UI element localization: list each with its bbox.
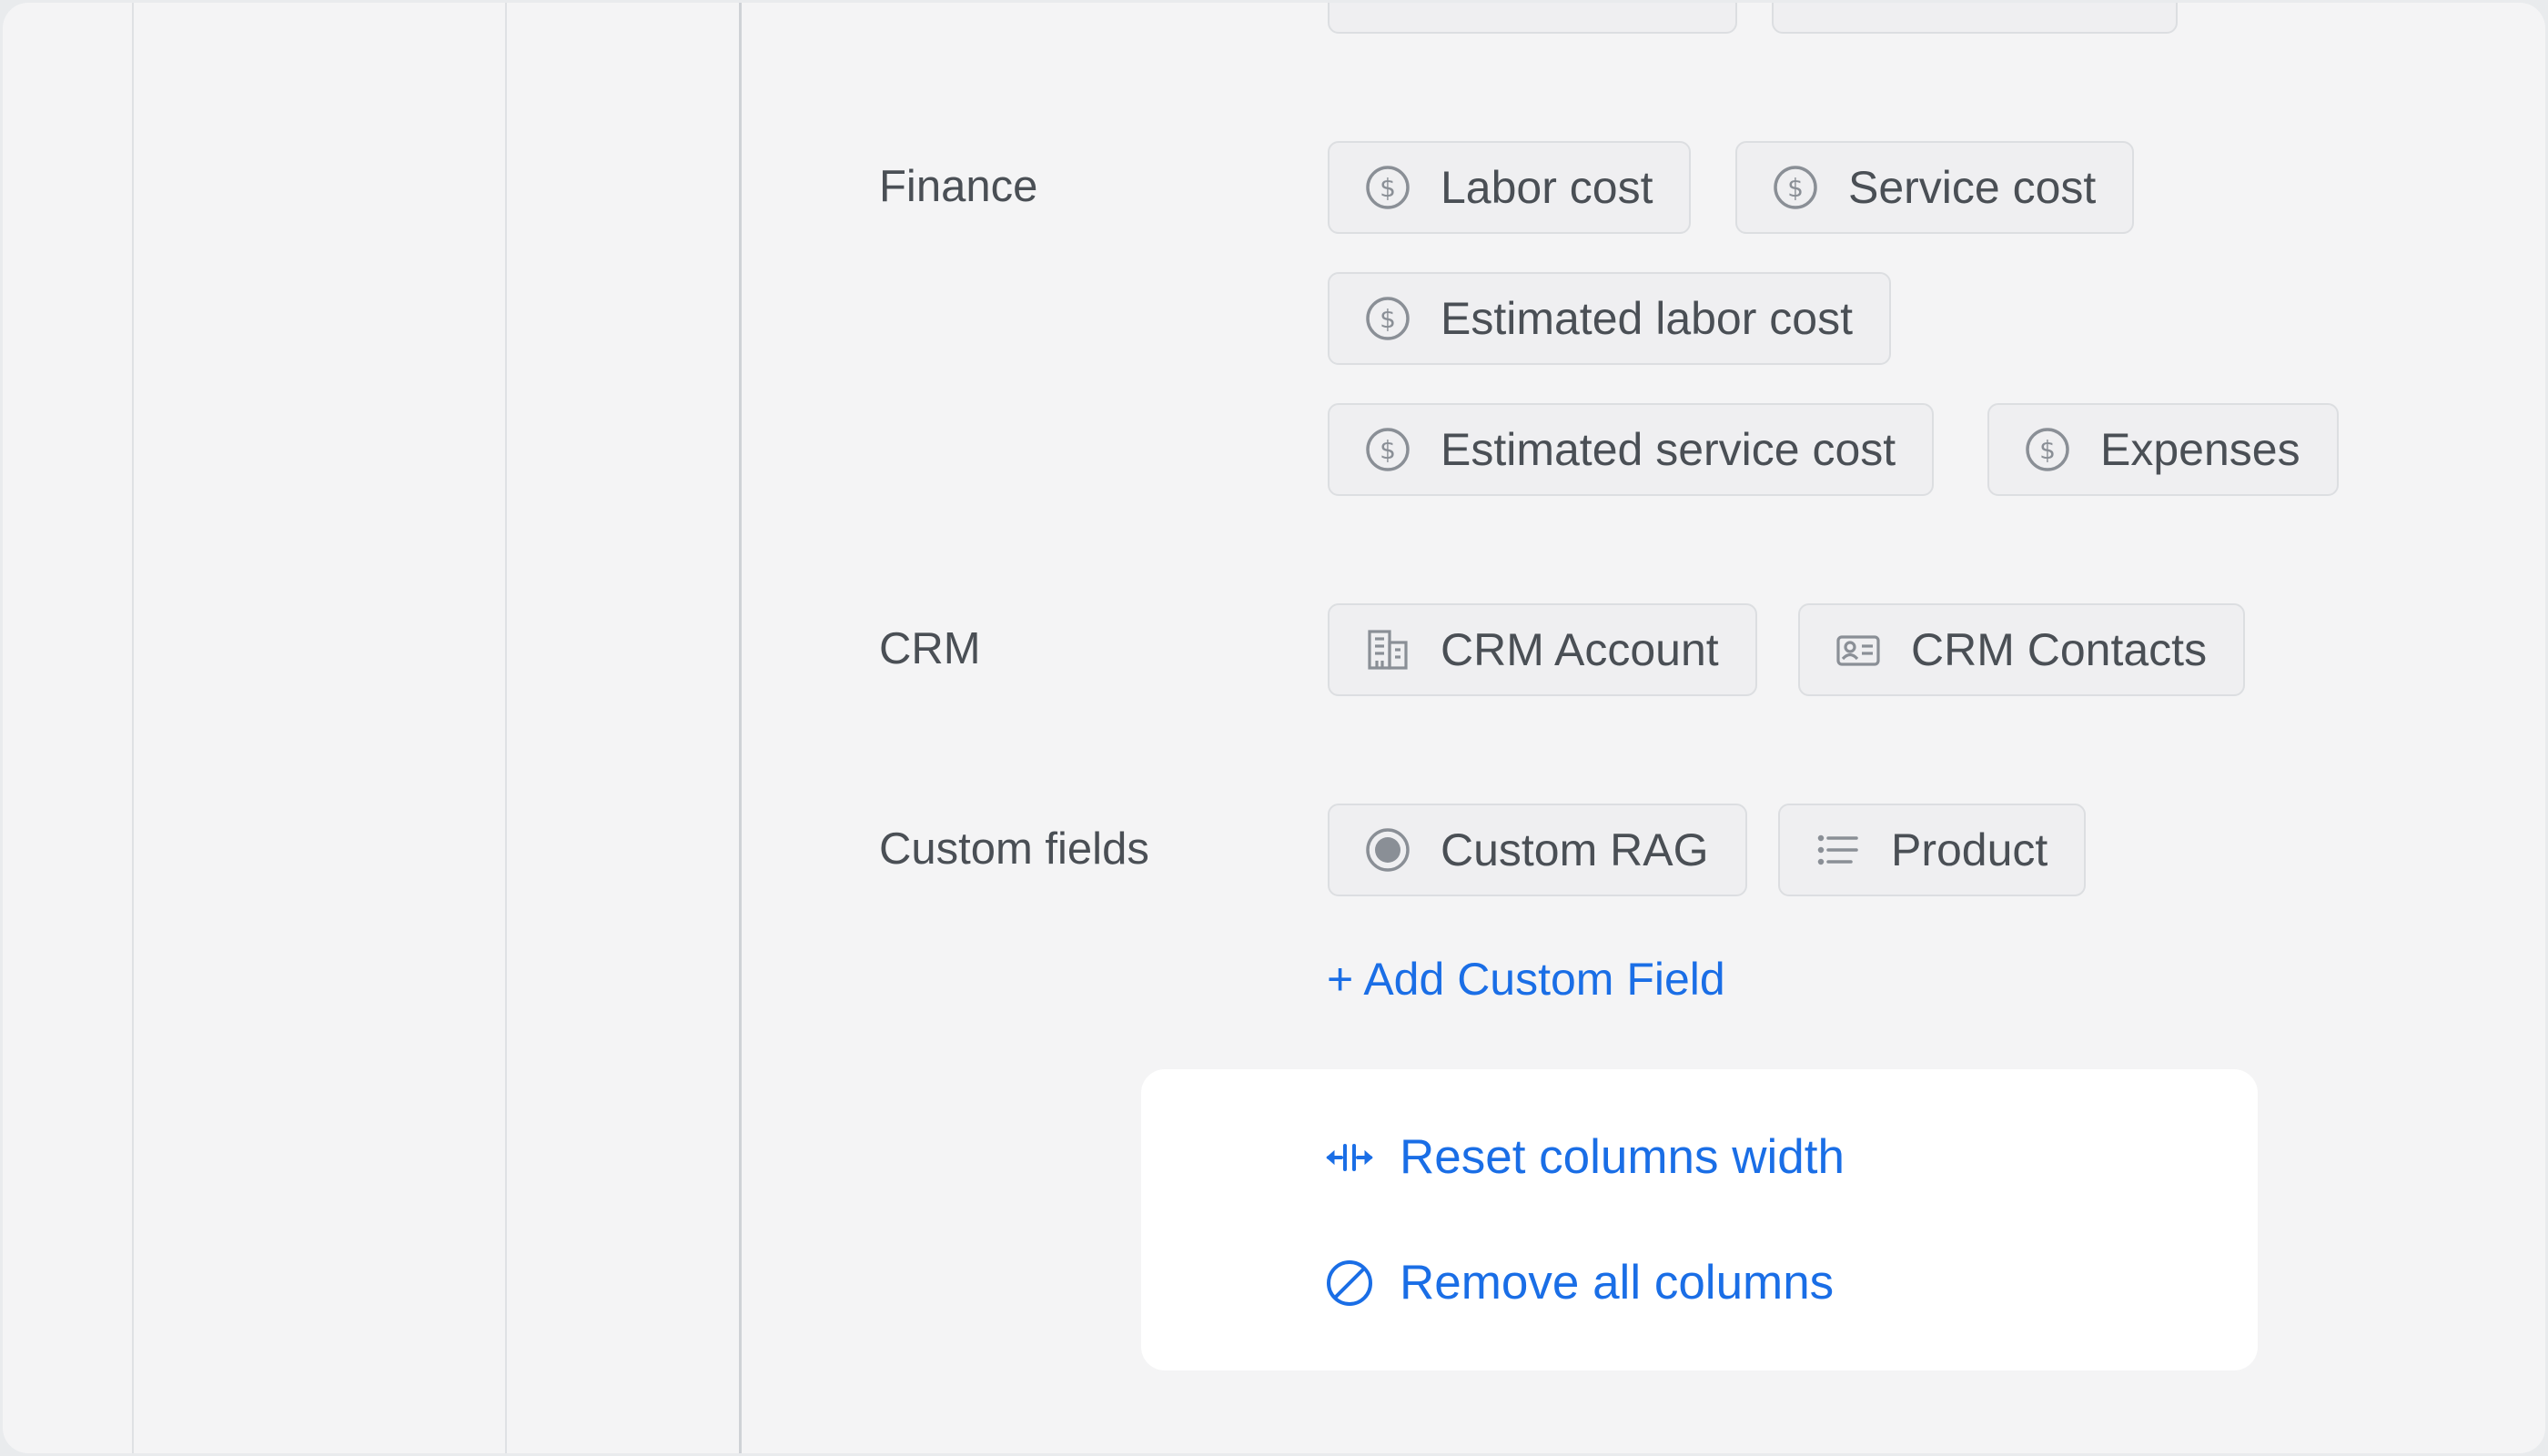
field-chip-custom-rag[interactable]: Custom RAG [1328,804,1747,896]
add-custom-field-link[interactable]: + Add Custom Field [1327,952,1725,1006]
reset-columns-width-label: Reset columns width [1400,1130,1845,1184]
radio-dot-icon [1364,826,1411,874]
chip-label: Custom RAG [1441,824,1709,875]
column-divider [505,3,507,1453]
list-icon [1815,826,1862,874]
column-divider [132,3,134,1453]
ban-icon [1323,1257,1376,1309]
field-chip-partial[interactable] [1328,3,1737,34]
chip-label: Expenses [2100,424,2300,475]
chip-label: CRM Contacts [1911,624,2208,675]
panel-divider [739,3,742,1453]
chip-label: CRM Account [1441,624,1719,675]
chip-label: Labor cost [1441,162,1653,213]
dollar-circle-icon: $ [1364,295,1411,342]
building-icon [1364,626,1411,673]
field-chip-crm-account[interactable]: CRM Account [1328,603,1757,696]
chip-label: Product [1891,824,2048,875]
remove-all-columns-label: Remove all columns [1400,1256,1835,1309]
svg-text:$: $ [1787,173,1804,203]
section-label-finance: Finance [879,162,1038,211]
svg-text:$: $ [2039,435,2056,465]
remove-all-columns-button[interactable]: Remove all columns [1323,1255,1834,1310]
field-chip-partial[interactable] [1772,3,2178,34]
dollar-circle-icon: $ [1364,164,1411,211]
chip-label: Estimated service cost [1441,424,1896,475]
dollar-circle-icon: $ [2024,426,2071,473]
field-chip-service-cost[interactable]: $ Service cost [1735,141,2135,234]
section-label-custom-fields: Custom fields [879,824,1149,874]
dollar-circle-icon: $ [1364,426,1411,473]
field-chip-product[interactable]: Product [1778,804,2087,896]
field-chip-crm-contacts[interactable]: CRM Contacts [1798,603,2246,696]
field-chip-estimated-labor-cost[interactable]: $ Estimated labor cost [1328,272,1891,365]
column-resize-icon [1323,1131,1376,1184]
chip-label: Estimated labor cost [1441,293,1853,344]
chip-label: Service cost [1848,162,2097,213]
column-actions-card: Reset columns width Remove all columns [1141,1069,2258,1370]
field-chip-labor-cost[interactable]: $ Labor cost [1328,141,1692,234]
dollar-circle-icon: $ [1772,164,1819,211]
column-settings-panel: Finance $ Labor cost $ Service cost $ Es… [3,3,2545,1453]
field-chip-estimated-service-cost[interactable]: $ Estimated service cost [1328,403,1935,496]
svg-text:$: $ [1380,304,1396,334]
svg-text:$: $ [1380,173,1396,203]
contact-card-icon [1835,626,1882,673]
section-label-crm: CRM [879,624,981,673]
reset-columns-width-button[interactable]: Reset columns width [1323,1129,1845,1185]
field-chip-expenses[interactable]: $ Expenses [1987,403,2339,496]
svg-text:$: $ [1380,435,1396,465]
